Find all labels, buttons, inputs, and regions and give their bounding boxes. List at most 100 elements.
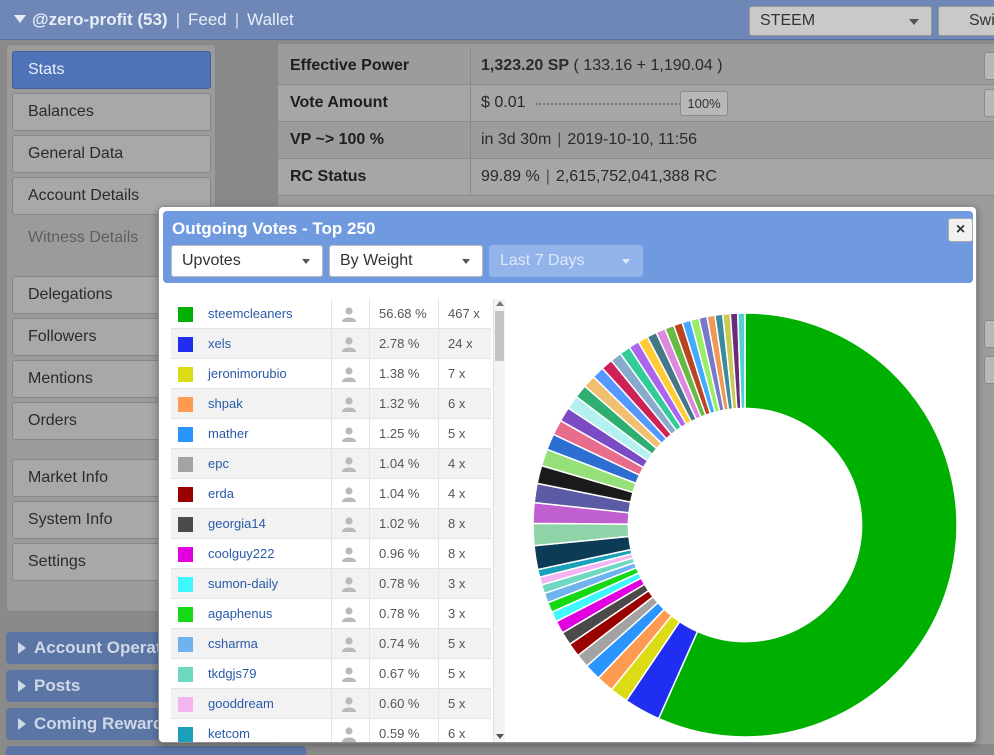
edge-button[interactable]: [984, 356, 994, 384]
sidebar-item-balances[interactable]: Balances: [12, 93, 211, 131]
vote-percent: 0.67 %: [379, 666, 420, 681]
voted-account-link[interactable]: xels: [208, 336, 231, 351]
voted-account-link[interactable]: steemcleaners: [208, 306, 293, 321]
user-icon[interactable]: [341, 336, 357, 356]
voted-account-link[interactable]: csharma: [208, 636, 258, 651]
column-divider: [438, 509, 439, 539]
column-divider: [331, 479, 332, 509]
voted-account-link[interactable]: sumon-daily: [208, 576, 278, 591]
column-divider: [438, 659, 439, 689]
legend-swatch: [178, 637, 193, 652]
rc-percent: 99.89 %: [481, 168, 540, 185]
vote-count: 8 x: [448, 546, 466, 561]
column-divider: [369, 629, 370, 659]
period-value: Last 7 Days: [500, 252, 585, 269]
vote-percent: 0.78 %: [379, 576, 420, 591]
user-icon[interactable]: [341, 366, 357, 386]
edge-button[interactable]: [984, 320, 994, 348]
vote-row: jeronimorubio 1.38 % 7 x: [171, 359, 491, 389]
voted-account-link[interactable]: erda: [208, 486, 234, 501]
vote-percent: 0.60 %: [379, 696, 420, 711]
user-icon[interactable]: [341, 726, 357, 742]
column-divider: [369, 659, 370, 689]
voted-account-link[interactable]: tkdgjs79: [208, 666, 256, 681]
vote-percent: 1.32 %: [379, 396, 420, 411]
column-divider: [331, 569, 332, 599]
user-icon[interactable]: [341, 486, 357, 506]
close-button[interactable]: ×: [948, 218, 973, 242]
user-icon[interactable]: [341, 606, 357, 626]
sidebar-item-stats[interactable]: Stats: [12, 51, 211, 89]
voted-account-link[interactable]: epc: [208, 456, 229, 471]
column-divider: [438, 689, 439, 719]
column-divider: [438, 389, 439, 419]
switch-button[interactable]: Swi: [938, 6, 994, 36]
value-separator: |: [545, 168, 550, 185]
vote-count: 467 x: [448, 306, 480, 321]
vote-weight-slider[interactable]: [536, 103, 681, 105]
header-separator: |: [175, 10, 180, 29]
user-icon[interactable]: [341, 306, 357, 326]
sidebar-item-general-data[interactable]: General Data: [12, 135, 211, 173]
scroll-thumb[interactable]: [495, 311, 504, 361]
wallet-link[interactable]: Wallet: [247, 10, 294, 29]
user-icon[interactable]: [341, 696, 357, 716]
user-icon[interactable]: [341, 516, 357, 536]
user-icon[interactable]: [341, 546, 357, 566]
column-divider: [470, 48, 471, 85]
vote-percent: 56.68 %: [379, 306, 427, 321]
vote-percent: 0.59 %: [379, 726, 420, 741]
legend-swatch: [178, 457, 193, 472]
voted-account-link[interactable]: shpak: [208, 396, 243, 411]
user-icon[interactable]: [341, 456, 357, 476]
edge-button[interactable]: [984, 89, 994, 117]
vote-percent: 1.25 %: [379, 426, 420, 441]
column-divider: [369, 359, 370, 389]
vote-count: 5 x: [448, 636, 466, 651]
stat-label: VP ~> 100 %: [290, 131, 384, 148]
user-icon[interactable]: [341, 666, 357, 686]
vote-percent: 0.74 %: [379, 636, 420, 651]
vote-count: 5 x: [448, 696, 466, 711]
stat-value-detail: ( 133.16 + 1,190.04 ): [569, 57, 723, 74]
account-name[interactable]: @zero-profit (53): [32, 10, 168, 29]
column-divider: [331, 539, 332, 569]
user-icon[interactable]: [341, 636, 357, 656]
user-icon[interactable]: [341, 426, 357, 446]
stat-value: 99.89 % | 2,615,752,041,388 RC: [481, 168, 717, 186]
user-icon[interactable]: [341, 396, 357, 416]
vote-type-select[interactable]: Upvotes: [171, 245, 323, 277]
sort-select[interactable]: By Weight: [329, 245, 483, 277]
voted-account-link[interactable]: gooddream: [208, 696, 274, 711]
period-select: Last 7 Days: [489, 245, 643, 277]
voted-account-link[interactable]: coolguy222: [208, 546, 275, 561]
voted-account-link[interactable]: jeronimorubio: [208, 366, 287, 381]
column-divider: [331, 389, 332, 419]
legend-swatch: [178, 577, 193, 592]
scroll-up-icon[interactable]: [496, 301, 504, 306]
vote-percent: 1.02 %: [379, 516, 420, 531]
scroll-down-icon[interactable]: [496, 734, 504, 739]
collapse-caret-icon[interactable]: [14, 15, 26, 23]
stat-value: 1,323.20 SP ( 133.16 + 1,190.04 ): [481, 57, 723, 75]
edge-button[interactable]: [984, 52, 994, 80]
user-icon[interactable]: [341, 576, 357, 596]
chain-select[interactable]: STEEM: [749, 6, 932, 36]
vote-percent-button[interactable]: 100%: [680, 91, 728, 116]
legend-swatch: [178, 667, 193, 682]
vote-list-scrollbar[interactable]: [493, 299, 505, 742]
vote-percent: 1.04 %: [379, 456, 420, 471]
voted-account-link[interactable]: ketcom: [208, 726, 250, 741]
voted-account-link[interactable]: agaphenus: [208, 606, 272, 621]
vote-count: 4 x: [448, 456, 466, 471]
voted-account-link[interactable]: mather: [208, 426, 248, 441]
section-next[interactable]: [6, 746, 306, 755]
vote-count: 6 x: [448, 396, 466, 411]
column-divider: [438, 719, 439, 742]
account-title[interactable]: @zero-profit (53) | Feed | Wallet: [14, 10, 294, 30]
stat-label: RC Status: [290, 168, 367, 185]
feed-link[interactable]: Feed: [188, 10, 227, 29]
column-divider: [369, 539, 370, 569]
voted-account-link[interactable]: georgia14: [208, 516, 266, 531]
legend-swatch: [178, 607, 193, 622]
